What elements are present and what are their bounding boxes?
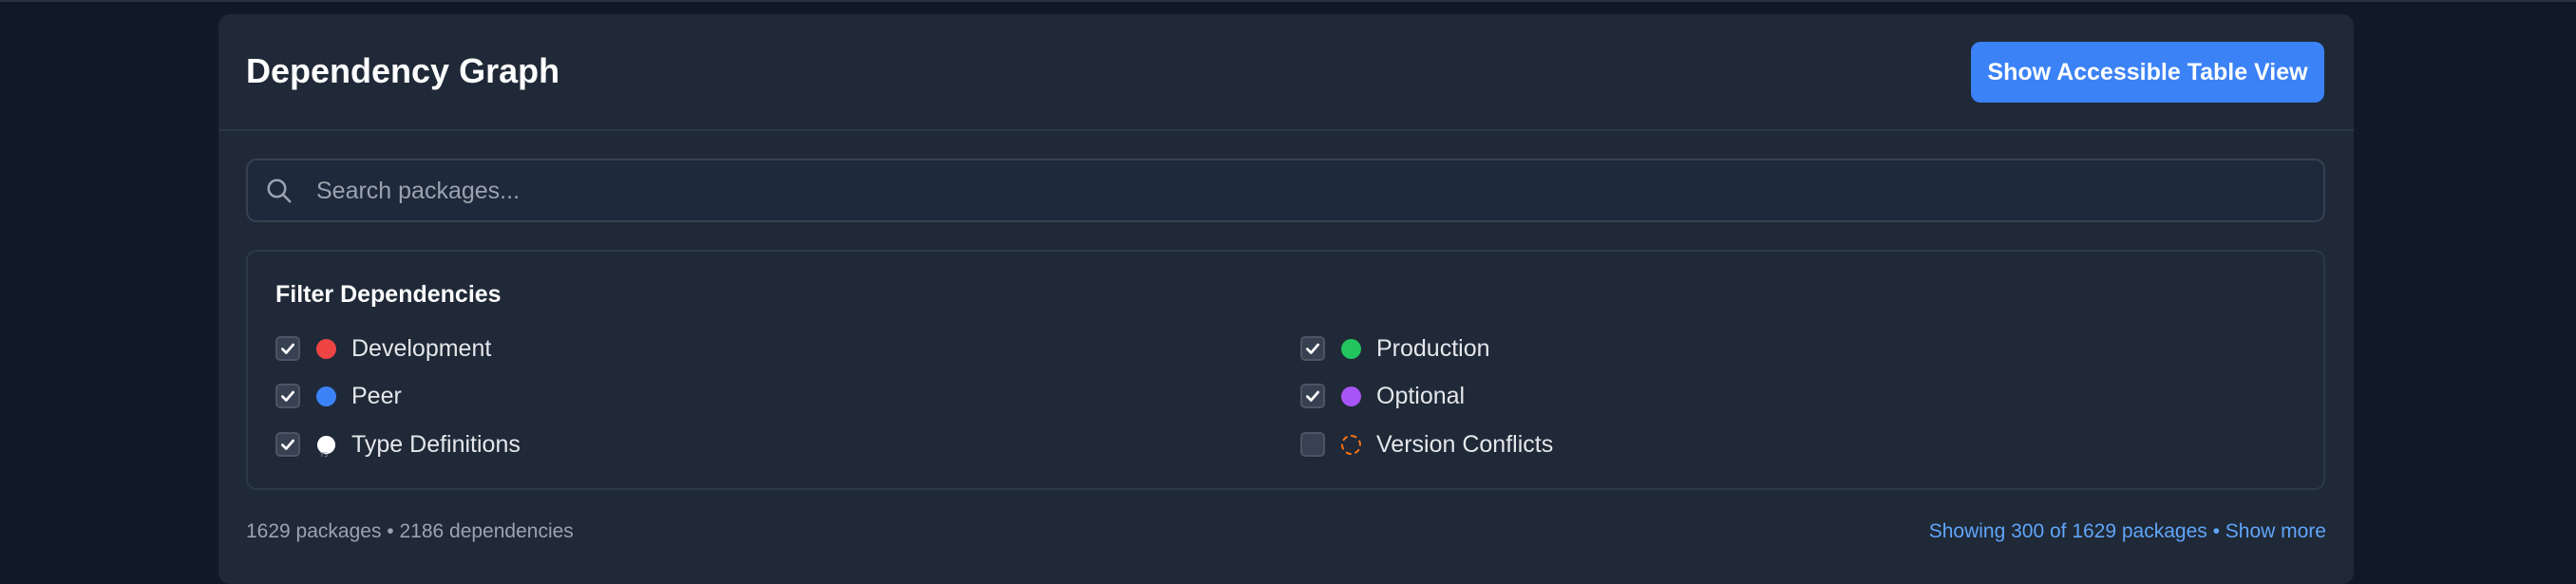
optional-checkbox[interactable] [1300,384,1325,408]
development-color-dot [316,338,336,359]
filter-label-type-definitions: Type Definitions [351,430,521,458]
filter-label-production: Production [1376,334,1490,362]
checkmark-icon [1306,343,1319,354]
graph-stats: 1629 packages • 2186 dependencies [246,520,574,542]
checkmark-icon [281,390,294,402]
peer-checkbox[interactable] [275,384,300,408]
page-title: Dependency Graph [246,51,560,90]
filter-optional[interactable]: Optional [1300,379,1465,413]
filter-label-version-conflicts: Version Conflicts [1376,430,1554,458]
production-checkbox[interactable] [1300,336,1325,361]
search-input[interactable] [314,160,2313,222]
production-color-dot [1341,338,1361,359]
optional-color-dot [1341,386,1361,406]
version-conflicts-dashed-dot [1341,434,1361,455]
checkmark-icon [281,343,294,354]
filter-peer[interactable]: Peer [275,379,402,413]
filter-label-optional: Optional [1376,382,1466,409]
checkmark-icon [281,439,294,450]
filter-label-development: Development [351,334,492,362]
filter-version-conflicts[interactable]: Version Conflicts [1300,427,1553,462]
typescript-dot-icon: TS [316,435,336,458]
filter-type-definitions[interactable]: TS Type Definitions [275,427,521,462]
dependency-graph-panel: Dependency Graph Show Accessible Table V… [218,14,2354,584]
type-definitions-checkbox[interactable] [275,432,300,457]
filter-development[interactable]: Development [275,331,491,366]
search-icon [267,179,292,203]
search-box [246,159,2325,222]
version-conflicts-checkbox[interactable] [1300,432,1325,457]
peer-color-dot [316,386,336,406]
show-table-view-button[interactable]: Show Accessible Table View [1971,42,2324,103]
development-checkbox[interactable] [275,336,300,361]
filter-production[interactable]: Production [1300,331,1490,366]
show-more-link[interactable]: Showing 300 of 1629 packages • Show more [1929,520,2326,543]
top-divider [0,0,2576,2]
filter-panel-title: Filter Dependencies [275,281,502,308]
panel-header: Dependency Graph Show Accessible Table V… [218,14,2354,131]
checkmark-icon [1306,390,1319,402]
filter-panel: Filter Dependencies Development Producti… [246,250,2325,490]
filter-label-peer: Peer [351,382,402,409]
ts-badge: TS [319,450,328,458]
